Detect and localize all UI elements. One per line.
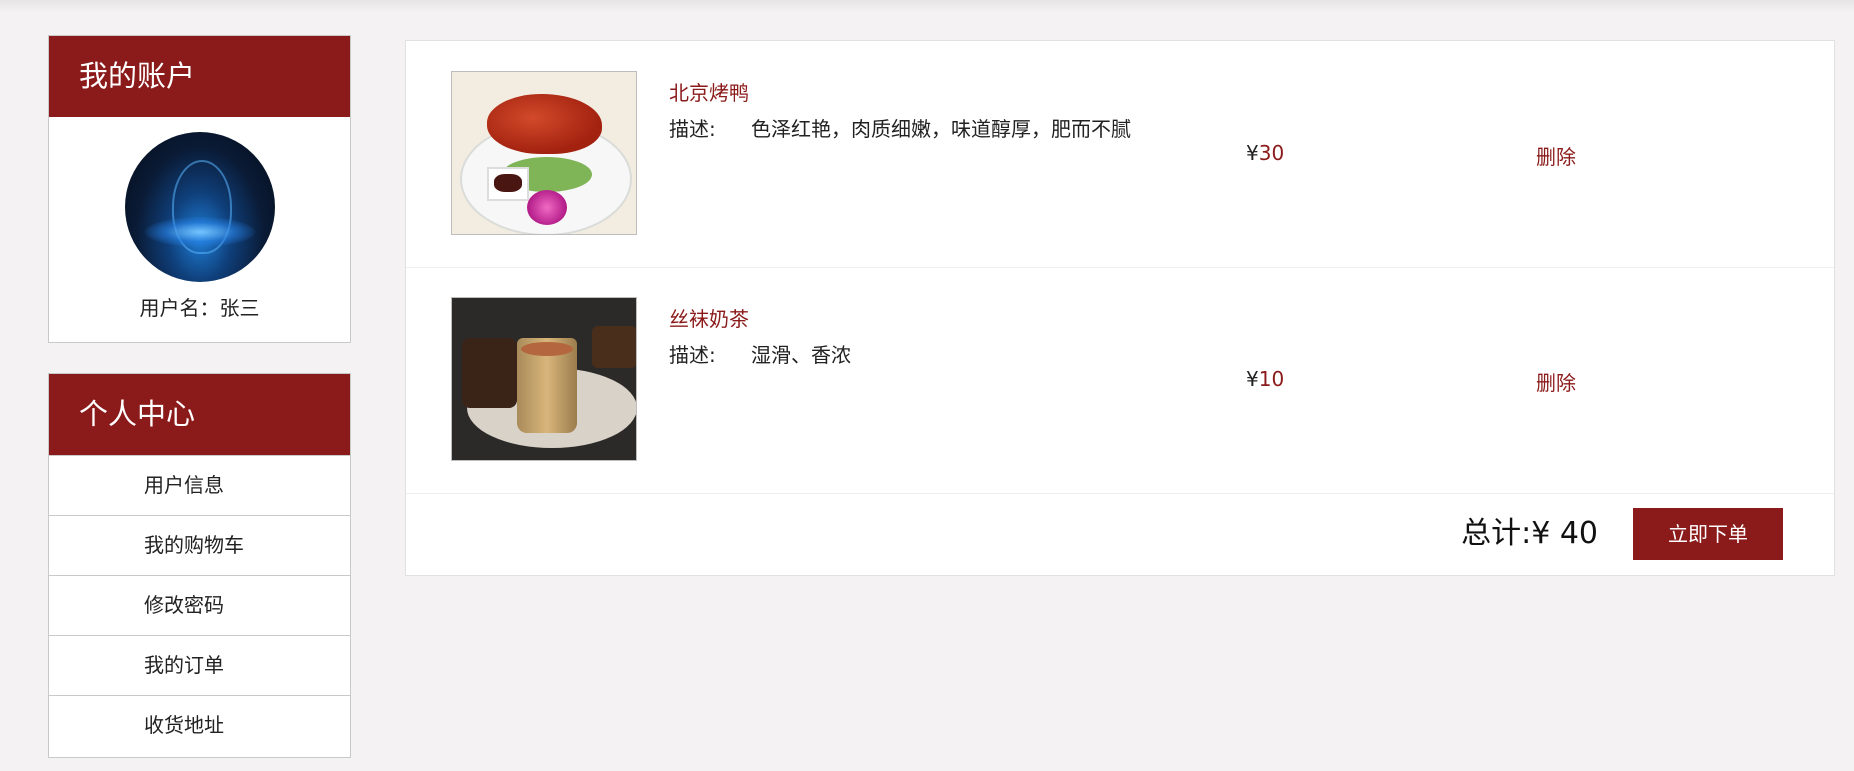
flower-shape xyxy=(527,190,567,225)
cake-shape xyxy=(592,326,636,368)
avatar-glow-decoration xyxy=(144,217,255,247)
item-price: ¥10 xyxy=(1246,367,1284,391)
avatar xyxy=(124,132,275,282)
item-desc-label: 描述: xyxy=(669,117,716,141)
item-price: ¥30 xyxy=(1246,141,1284,165)
roast-duck-shape xyxy=(487,94,602,154)
cart-item-row: 丝袜奶茶 描述: 湿滑、香浓 ¥10 删除 xyxy=(406,267,1834,494)
account-panel: 我的账户 用户名：张三 xyxy=(48,35,351,343)
sauce-dish-shape xyxy=(487,167,529,201)
username-line: 用户名：张三 xyxy=(49,292,350,321)
item-desc: 色泽红艳，肉质细嫩，味道醇厚，肥而不腻 xyxy=(751,117,1131,141)
menu-item-user-info[interactable]: 用户信息 xyxy=(49,455,350,515)
place-order-button[interactable]: 立即下单 xyxy=(1633,508,1783,560)
username-value: 张三 xyxy=(219,296,260,320)
account-panel-title: 我的账户 xyxy=(49,36,350,117)
personal-center-panel: 个人中心 用户信息 我的购物车 修改密码 我的订单 收货地址 xyxy=(48,373,351,758)
milk-tea-image[interactable] xyxy=(451,297,637,461)
cart-item-row: 北京烤鸭 描述: 色泽红艳，肉质细嫩，味道醇厚，肥而不腻 ¥30 删除 xyxy=(406,41,1834,268)
cup-shape xyxy=(517,338,577,433)
delete-button[interactable]: 删除 xyxy=(1536,367,1576,396)
menu-item-my-orders[interactable]: 我的订单 xyxy=(49,635,350,695)
menu-item-my-cart[interactable]: 我的购物车 xyxy=(49,515,350,575)
cart-total: 总计:¥ 40 xyxy=(1461,516,1598,551)
username-label: 用户名： xyxy=(139,296,220,320)
currency-symbol: ¥ xyxy=(1246,367,1259,391)
delete-button[interactable]: 删除 xyxy=(1536,141,1576,170)
cart-total-bar: 总计:¥ 40 立即下单 xyxy=(406,493,1834,575)
item-desc-label: 描述: xyxy=(669,343,716,367)
item-price-value: 10 xyxy=(1258,367,1285,391)
item-name[interactable]: 北京烤鸭 xyxy=(669,77,749,106)
item-desc: 湿滑、香浓 xyxy=(751,343,851,367)
menu-item-shipping-address[interactable]: 收货地址 xyxy=(49,695,350,755)
cart-panel: 北京烤鸭 描述: 色泽红艳，肉质细嫩，味道醇厚，肥而不腻 ¥30 删除 丝袜奶茶… xyxy=(405,40,1835,576)
menu-item-change-password[interactable]: 修改密码 xyxy=(49,575,350,635)
item-price-value: 30 xyxy=(1258,141,1285,165)
cake-shape xyxy=(462,338,517,408)
item-name[interactable]: 丝袜奶茶 xyxy=(669,303,749,332)
peking-duck-image[interactable] xyxy=(451,71,637,235)
top-shadow-bar xyxy=(0,0,1854,12)
currency-symbol: ¥ xyxy=(1246,141,1259,165)
personal-center-title: 个人中心 xyxy=(49,374,350,455)
